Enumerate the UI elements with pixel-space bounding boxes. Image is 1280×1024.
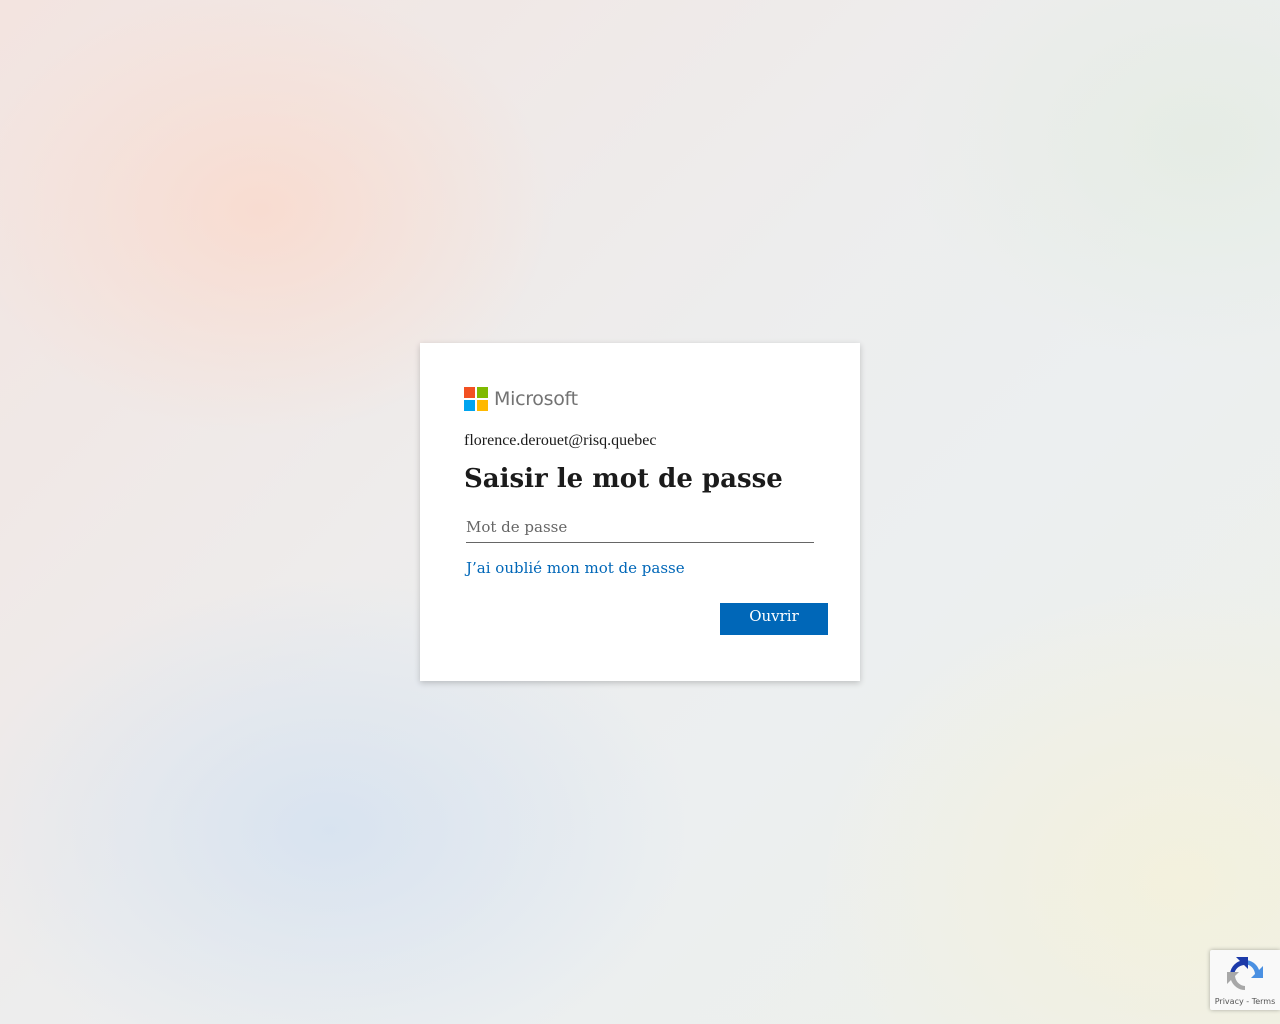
signin-submit-button[interactable]: Ouvrir [720,603,828,635]
logo-square-green [477,387,488,398]
recaptcha-badge[interactable]: Privacy - Terms [1210,950,1280,1010]
microsoft-logo-icon [464,387,488,411]
recaptcha-separator: - [1246,997,1250,1006]
page-title: Saisir le mot de passe [464,464,783,494]
password-input[interactable] [466,511,814,543]
signin-card: Microsoft florence.derouet@risq.quebec S… [420,343,860,681]
microsoft-logo: Microsoft [464,387,816,411]
button-row: Ouvrir [464,603,828,635]
logo-square-red [464,387,475,398]
microsoft-logo-text: Microsoft [494,388,578,410]
recaptcha-icon [1227,957,1263,990]
recaptcha-privacy-link[interactable]: Privacy [1215,997,1244,1006]
logo-square-blue [464,400,475,411]
logo-square-yellow [477,400,488,411]
forgot-password-link[interactable]: J’ai oublié mon mot de passe [466,559,685,577]
recaptcha-terms-link[interactable]: Terms [1252,997,1276,1006]
account-identity: florence.derouet@risq.quebec [464,432,657,449]
recaptcha-links: Privacy - Terms [1210,997,1280,1006]
